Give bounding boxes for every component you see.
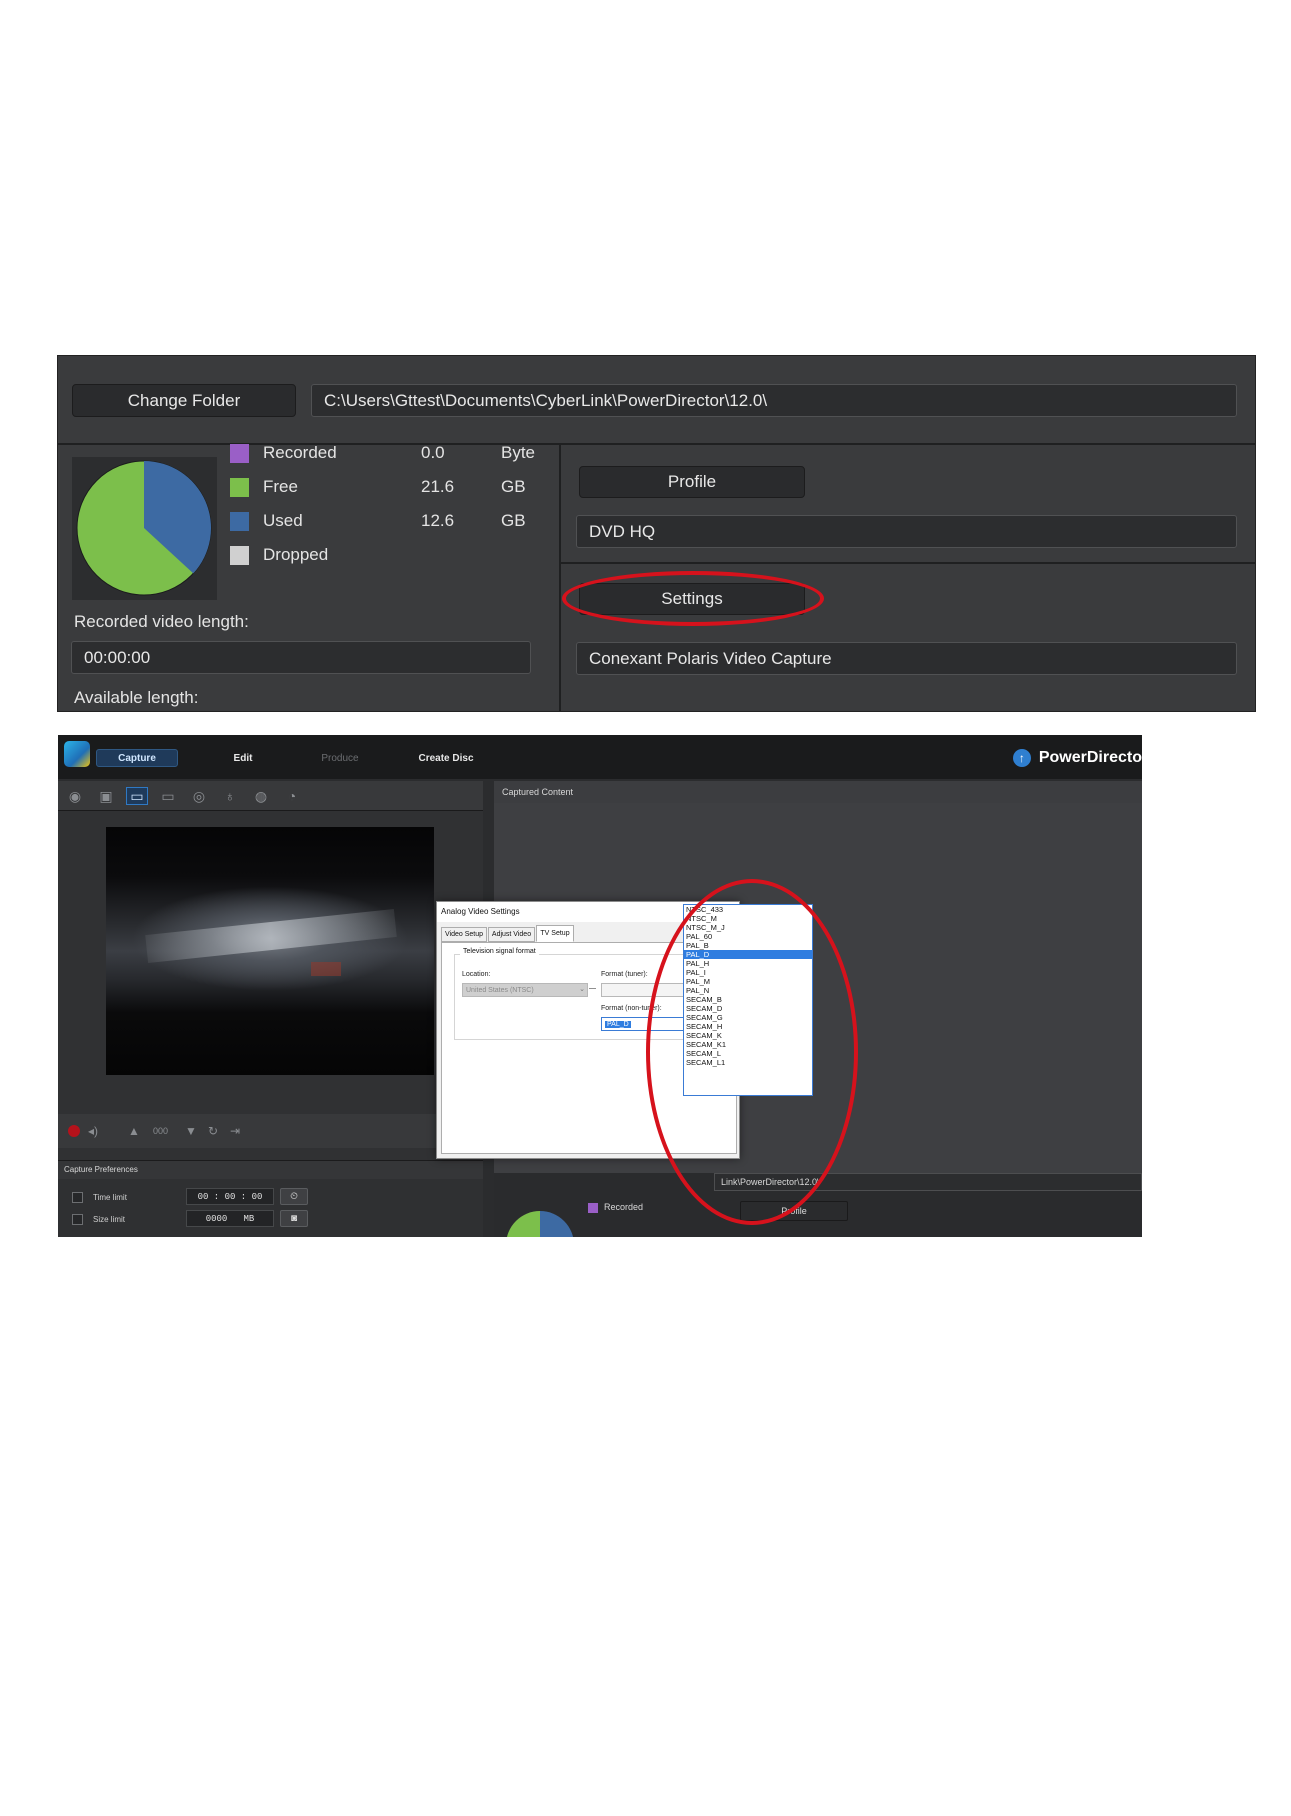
size-limit-label: Size limit [93,1214,126,1224]
format-tuner-label: Format (tuner): [601,971,648,978]
change-folder-button[interactable]: Change Folder [72,384,296,417]
highlight-ellipse [646,879,858,1225]
available-length-label: Available length: [74,688,199,707]
powerdirector-window: Capture Edit Produce Create Disc ↑ PowerDir… [58,735,1142,1237]
record-icon [68,1125,80,1137]
video-blur [311,962,341,976]
time-limit-checkbox[interactable] [72,1191,83,1203]
tab-create-disc[interactable]: Create Disc [406,749,486,767]
capture-left-pane: ◉ ▣ ▭ ▭ ◎ ♁ ◍ ◔ ◂) ▲ 000 ▼ ↻ ⇥ Capture Preferen… [58,781,483,1237]
tab-capture[interactable]: Capture [96,749,178,767]
legend-swatch [230,477,249,497]
volume-icon[interactable]: ◂) [88,1122,98,1140]
legend-unit: GB [501,511,526,530]
tab-tv-setup[interactable]: TV Setup [536,925,574,942]
camcorder-icon[interactable]: ▣ [95,787,117,805]
recorded-length-field: 00:00:00 [71,641,531,674]
profile-value-field[interactable]: DVD HQ [576,515,1237,548]
cd-icon[interactable]: ◍ [250,787,272,805]
profile-button[interactable]: Profile [579,466,805,498]
brand-name: PowerDirecto [1038,749,1142,766]
snapshot-icon[interactable]: ◙ [280,1210,308,1227]
mini-disk-pie [506,1211,574,1237]
mini-recorded-label: Recorded [604,1202,644,1212]
folder-path-field[interactable]: C:\Users\Gttest\Documents\CyberLink\Powe… [311,384,1237,417]
playback-controls: ◂) ▲ 000 ▼ ↻ ⇥ [58,1114,483,1148]
channel-down-icon[interactable]: ▼ [185,1122,197,1140]
timer-icon[interactable]: ⏲ [280,1188,308,1205]
legend-label: Dropped [263,545,329,564]
time-limit-label: Time limit [93,1192,127,1202]
divider [559,445,561,711]
legend-value: 0.0 [421,443,445,462]
legend-swatch [230,443,249,463]
legend-unit: GB [501,477,526,496]
refresh-icon[interactable]: ↻ [208,1122,218,1140]
format-selected-value: PAL_D [605,1020,631,1028]
tab-video-setup[interactable]: Video Setup [441,927,487,942]
size-limit-unit: MB [243,1213,255,1224]
title-bar: Capture Edit Produce Create Disc ↑ PowerDir… [58,735,1142,779]
legend-item: Recorded 0.0 Byte [230,441,535,465]
tab-edit[interactable]: Edit [213,749,273,767]
legend-swatch [230,545,249,565]
tv-tuner-icon[interactable]: ▭ [126,787,148,805]
dash-separator: — [589,985,596,992]
disk-usage-pie [76,460,212,596]
size-limit-row: Size limit [72,1211,125,1227]
location-value: United States (NTSC) [466,986,534,994]
app-logo [64,741,90,767]
video-blur [145,909,397,963]
video-preview [106,827,434,1075]
recorded-length-label: Recorded video length: [74,612,249,631]
input-icon[interactable]: ⇥ [230,1122,240,1140]
channel-counter: 000 [153,1126,169,1136]
group-title: Television signal format [460,948,539,955]
webcam-alt-icon[interactable]: ◎ [188,787,210,805]
dvd-icon[interactable]: ◔ [281,787,303,805]
legend-label: Recorded [263,443,337,462]
tab-produce[interactable]: Produce [306,749,374,767]
legend-item: Free 21.6 GB [230,475,526,499]
microphone-icon[interactable]: ♁ [219,787,241,805]
disk-usage-chart-frame [72,457,217,600]
legend-unit: Byte [501,443,536,462]
highlight-ellipse [562,571,824,626]
capture-settings-panel: Change Folder C:\Users\Gttest\Documents\… [57,355,1256,712]
tab-adjust-video[interactable]: Adjust Video [488,927,535,942]
capture-source-toolbar: ◉ ▣ ▭ ▭ ◎ ♁ ◍ ◔ [58,781,483,811]
time-limit-row: Time limit [72,1189,127,1205]
legend-swatch [230,511,249,531]
brand: ↑ PowerDirecto [1012,747,1142,769]
location-label: Location: [462,971,491,978]
capture-device-field[interactable]: Conexant Polaris Video Capture [576,642,1237,675]
time-limit-field[interactable]: 00 : 00 : 00 [186,1188,274,1205]
size-limit-checkbox[interactable] [72,1213,83,1225]
legend-label: Free [263,477,298,496]
size-limit-value: 0000 [205,1213,228,1224]
divider [561,562,1255,564]
webcam-icon[interactable]: ◉ [64,787,86,805]
mini-recorded-swatch [588,1203,598,1213]
record-button[interactable] [68,1122,80,1140]
upgrade-arrow-icon: ↑ [1012,749,1031,767]
legend-value: 12.6 [421,511,455,530]
location-combo: United States (NTSC) ⌄ [462,983,588,997]
channel-up-icon[interactable]: ▲ [128,1122,140,1140]
digital-tv-icon[interactable]: ▭ [157,787,179,805]
legend-item: Dropped [230,543,501,567]
legend-label: Used [263,511,303,530]
size-limit-field[interactable]: 0000 MB [186,1210,274,1227]
captured-content-header: Captured Content [494,781,1142,803]
preferences-title: Capture Preferences [58,1161,483,1179]
chevron-down-icon: ⌄ [579,986,585,993]
capture-preferences: Capture Preferences Time limit 00 : 00 :… [58,1160,483,1237]
legend-value: 21.6 [421,477,455,496]
legend-item: Used 12.6 GB [230,509,526,533]
